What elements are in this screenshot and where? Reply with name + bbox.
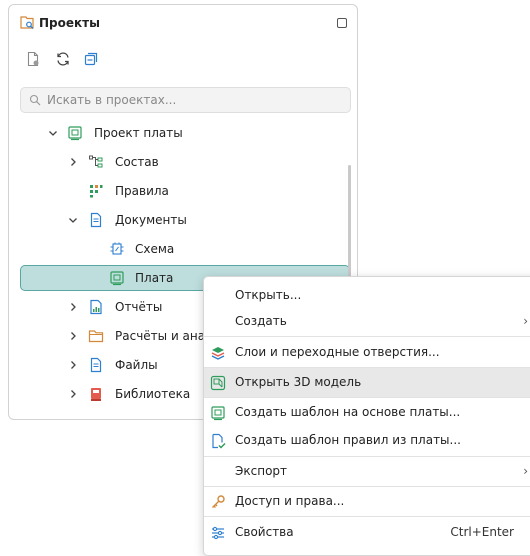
3d-model-icon xyxy=(210,375,226,391)
menu-item-label: Экспорт xyxy=(235,464,288,478)
rules-icon xyxy=(90,185,103,198)
menu-item-label: Открыть 3D модель xyxy=(235,375,362,389)
composition-icon xyxy=(89,155,103,168)
tree-item-label: Схема xyxy=(135,242,175,256)
context-menu: Открыть... Создать › Слои и переходные о… xyxy=(203,276,530,556)
tree-item-board-project[interactable]: Проект платы xyxy=(9,119,357,147)
tree-item-label: Плата xyxy=(135,271,174,285)
tree-item-composition[interactable]: Состав xyxy=(9,148,357,176)
layers-icon xyxy=(211,347,225,360)
menu-item-label: Слои и переходные отверстия... xyxy=(235,345,440,359)
menu-separator xyxy=(204,516,530,517)
menu-item-open-3d-model[interactable]: Открыть 3D модель xyxy=(204,368,530,397)
document-icon xyxy=(90,212,102,228)
menu-item-layers[interactable]: Слои и переходные отверстия... xyxy=(204,338,530,367)
tree-item-label: Правила xyxy=(115,184,169,198)
menu-item-shortcut: Ctrl+Enter xyxy=(450,525,514,539)
tree-item-documents[interactable]: Документы xyxy=(9,206,357,234)
menu-item-open[interactable]: Открыть... xyxy=(204,281,530,310)
panel-toolbar xyxy=(9,47,357,71)
tree-item-rules[interactable]: Правила xyxy=(9,177,357,205)
tree-item-label: Файлы xyxy=(115,358,158,372)
board-project-icon xyxy=(68,126,82,141)
board-template-icon xyxy=(211,406,225,421)
panel-title: Проекты xyxy=(39,16,100,30)
tree-item-label: Документы xyxy=(115,213,187,227)
chevron-right-icon[interactable] xyxy=(67,156,79,168)
chevron-right-icon[interactable] xyxy=(67,330,79,342)
search-icon xyxy=(29,94,41,106)
menu-item-board-template[interactable]: Создать шаблон на основе платы... xyxy=(204,398,530,427)
rules-template-icon xyxy=(212,433,226,449)
tree-item-label: Расчёты и анал xyxy=(115,329,213,343)
submenu-arrow-icon: › xyxy=(523,464,528,478)
file-icon xyxy=(90,357,102,373)
menu-item-rules-template[interactable]: Создать шаблон правил из платы... xyxy=(204,426,530,455)
chevron-right-icon[interactable] xyxy=(67,301,79,313)
submenu-arrow-icon: › xyxy=(523,314,528,328)
search-placeholder: Искать в проектах... xyxy=(47,93,177,107)
panel-header: Проекты xyxy=(9,5,357,39)
menu-item-export[interactable]: Экспорт › xyxy=(204,457,530,486)
search-input[interactable]: Искать в проектах... xyxy=(20,87,351,113)
chevron-down-icon[interactable] xyxy=(47,127,59,139)
tree-item-schematic[interactable]: Схема xyxy=(9,235,357,263)
menu-item-properties[interactable]: Свойства Ctrl+Enter xyxy=(204,518,530,547)
chevron-right-icon[interactable] xyxy=(67,388,79,400)
chevron-right-icon[interactable] xyxy=(67,359,79,371)
key-icon xyxy=(212,495,225,508)
tree-item-label: Отчёты xyxy=(115,300,163,314)
library-icon xyxy=(91,388,101,401)
collapse-all-icon[interactable] xyxy=(83,51,99,67)
projects-icon xyxy=(20,16,34,29)
menu-separator xyxy=(204,336,530,337)
menu-item-label: Создать шаблон правил из платы... xyxy=(235,433,461,447)
menu-item-access[interactable]: Доступ и права... xyxy=(204,487,530,516)
refresh-icon[interactable] xyxy=(55,51,71,67)
board-icon xyxy=(110,271,124,286)
menu-item-label: Создать шаблон на основе платы... xyxy=(235,405,461,419)
menu-item-label: Доступ и права... xyxy=(235,494,345,508)
menu-item-label: Открыть... xyxy=(235,288,302,302)
tree-item-label: Библиотека xyxy=(115,387,191,401)
folder-icon xyxy=(88,330,104,343)
properties-icon xyxy=(212,526,224,540)
menu-item-label: Создать xyxy=(235,314,287,328)
menu-item-label: Свойства xyxy=(235,525,294,539)
schematic-icon xyxy=(110,242,124,255)
tree-item-label: Проект платы xyxy=(94,126,183,140)
maximize-button[interactable] xyxy=(337,18,347,28)
chevron-down-icon[interactable] xyxy=(67,214,79,226)
report-icon xyxy=(90,299,102,315)
new-file-icon[interactable] xyxy=(25,51,41,67)
menu-item-create[interactable]: Создать › xyxy=(204,307,530,336)
tree-item-label: Состав xyxy=(115,155,159,169)
